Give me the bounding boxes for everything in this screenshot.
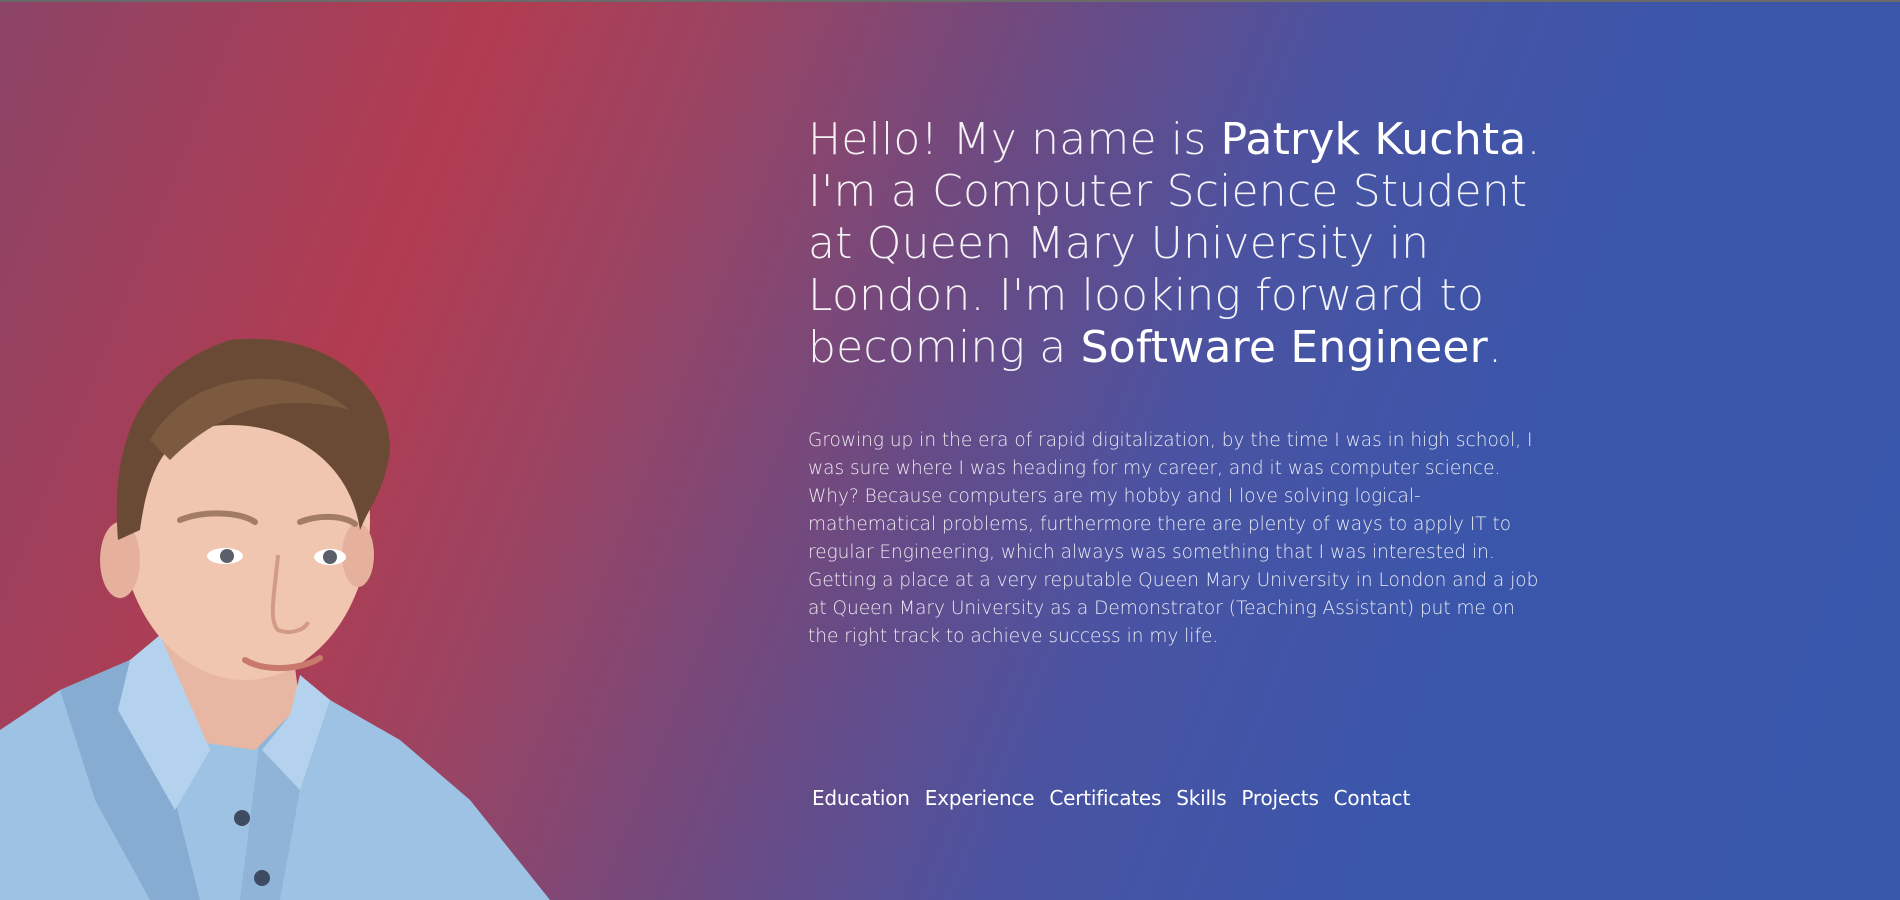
intro-goal: Software Engineer xyxy=(1080,322,1488,373)
top-border xyxy=(0,0,1900,2)
nav-link-projects[interactable]: Projects xyxy=(1241,785,1318,811)
intro-greeting: Hello! My name is xyxy=(808,114,1221,165)
profile-portrait xyxy=(0,330,560,900)
nav-link-certificates[interactable]: Certificates xyxy=(1049,785,1161,811)
nav-link-skills[interactable]: Skills xyxy=(1176,785,1226,811)
intro-heading: Hello! My name is Patryk Kuchta. I'm a C… xyxy=(808,114,1568,374)
bio-paragraph: Growing up in the era of rapid digitaliz… xyxy=(808,430,1539,647)
nav-link-contact[interactable]: Contact xyxy=(1334,785,1411,811)
section-nav: Education Experience Certificates Skills… xyxy=(812,785,1410,811)
nav-link-experience[interactable]: Experience xyxy=(925,785,1035,811)
intro-period: . xyxy=(1487,322,1503,373)
intro-name: Patryk Kuchta xyxy=(1220,114,1527,165)
nav-link-education[interactable]: Education xyxy=(812,785,910,811)
